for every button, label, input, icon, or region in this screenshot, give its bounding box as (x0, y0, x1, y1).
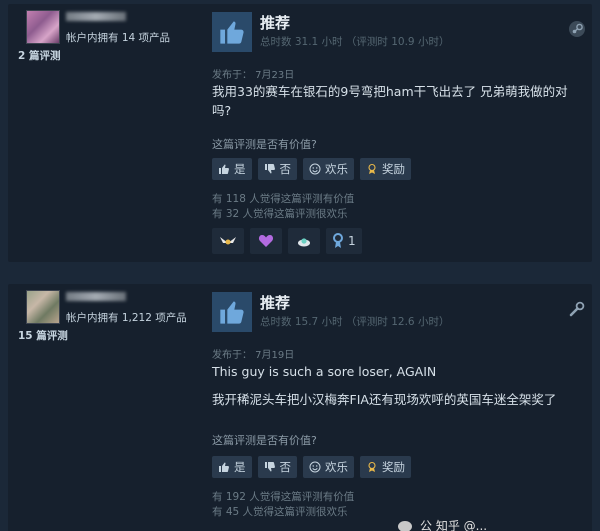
vote-buttons: 是 否 欢乐 奖励 (212, 158, 411, 180)
steam-icon[interactable] (568, 20, 586, 38)
thumbs-up-icon (219, 462, 229, 472)
thumbs-up-icon (212, 12, 252, 52)
watermark-text: 公 知乎 @... (420, 519, 488, 531)
playtime-hours: 总时数 15.7 小时 （评测时 12.6 小时） (260, 316, 450, 328)
recommendation-label: 推荐 (260, 14, 291, 32)
vote-yes-label: 是 (234, 460, 246, 474)
vote-no-button[interactable]: 否 (257, 456, 297, 478)
vote-no-label: 否 (279, 162, 292, 176)
vote-buttons: 是 否 欢乐 奖励 (212, 456, 411, 478)
products-owned[interactable]: 帐户内拥有 1,212 项产品 (66, 310, 187, 325)
vote-funny-button[interactable]: 欢乐 (303, 158, 354, 180)
award-heart[interactable] (250, 228, 282, 254)
vote-no-button[interactable]: 否 (257, 158, 297, 180)
review-stats: 有 192 人觉得这篇评测有价值 有 45 人觉得这篇评测很欢乐 (212, 490, 354, 520)
posted-date: 发布于： 7月23日 (212, 70, 295, 81)
thumbs-up-icon (212, 292, 252, 332)
thumbs-up-icon (219, 164, 229, 174)
award-count: 1 (348, 234, 356, 248)
review-text: This guy is such a sore loser, AGAIN (212, 364, 437, 379)
award-wings[interactable] (212, 228, 244, 254)
award-button[interactable]: 奖励 (360, 158, 411, 180)
review-count[interactable]: 15 篇评测 (16, 328, 206, 343)
watermark: 公 知乎 @... (398, 517, 598, 531)
vote-no-label: 否 (279, 460, 292, 474)
vote-yes-label: 是 (234, 162, 246, 176)
award-label: 奖励 (382, 162, 405, 176)
review-content: 我用33的赛车在银石的9号弯把ham干飞出去了 兄弟萌我做的对吗? (212, 82, 572, 129)
helpful-question: 这篇评测是否有价值? (212, 138, 317, 151)
winged-award-icon (220, 237, 236, 245)
review-card: 帐户内拥有 14 项产品 2 篇评测 推荐 总时数 31.1 小时 （评测时 1… (8, 4, 592, 262)
recommendation-label: 推荐 (260, 294, 291, 312)
review-stats: 有 118 人觉得这篇评测有价值 有 32 人觉得这篇评测很欢乐 (212, 192, 354, 222)
avatar[interactable] (26, 10, 60, 44)
vote-funny-label: 欢乐 (325, 162, 348, 176)
helpful-count: 有 118 人觉得这篇评测有价值 (212, 193, 355, 205)
reviewer-info: 帐户内拥有 1,212 项产品 15 篇评测 (16, 290, 206, 343)
zhihu-logo-icon (398, 521, 412, 531)
thumbs-down-icon (264, 462, 275, 472)
smiley-icon (309, 163, 321, 175)
products-owned[interactable]: 帐户内拥有 14 项产品 (66, 30, 170, 45)
avatar[interactable] (26, 290, 60, 324)
funny-count: 有 32 人觉得这篇评测很欢乐 (212, 208, 348, 220)
reviewer-name-blurred (66, 292, 126, 301)
review-text: 我用33的赛车在银石的9号弯把ham干飞出去了 兄弟萌我做的对吗? (212, 84, 568, 118)
playtime-hours: 总时数 31.1 小时 （评测时 10.9 小时） (260, 36, 450, 48)
funny-count: 有 45 人觉得这篇评测很欢乐 (212, 506, 348, 518)
vote-funny-label: 欢乐 (325, 460, 348, 474)
vote-funny-button[interactable]: 欢乐 (303, 456, 354, 478)
award-icon (368, 461, 376, 472)
vote-yes-button[interactable]: 是 (212, 456, 252, 478)
heart-award-icon (258, 235, 274, 247)
award-icon (368, 163, 376, 174)
helpful-count: 有 192 人觉得这篇评测有价值 (212, 491, 355, 503)
ribbon-award-icon (333, 233, 343, 248)
vote-yes-button[interactable]: 是 (212, 158, 252, 180)
reviewer-info: 帐户内拥有 14 项产品 2 篇评测 (16, 10, 206, 63)
smiley-icon (309, 461, 321, 473)
review-text: 我开稀泥头车把小汉梅奔FIA还有现场欢呼的英国车迷全架奖了 (212, 392, 557, 407)
award-button[interactable]: 奖励 (360, 456, 411, 478)
review-count[interactable]: 2 篇评测 (16, 48, 206, 63)
award-cloud[interactable] (288, 228, 320, 254)
helpful-question: 这篇评测是否有价值? (212, 434, 317, 447)
award-ribbon[interactable]: 1 (326, 228, 362, 254)
posted-date: 发布于： 7月19日 (212, 350, 295, 361)
reviewer-name-blurred (66, 12, 126, 21)
review-content: This guy is such a sore loser, AGAIN 我开稀… (212, 362, 572, 418)
thumbs-down-icon (264, 164, 275, 174)
wrench-icon[interactable] (568, 300, 586, 318)
award-label: 奖励 (382, 460, 405, 474)
awards-received: 1 (212, 228, 362, 254)
cloud-award-icon (298, 238, 310, 247)
review-card: 帐户内拥有 1,212 项产品 15 篇评测 推荐 总时数 15.7 小时 （评… (8, 284, 592, 531)
